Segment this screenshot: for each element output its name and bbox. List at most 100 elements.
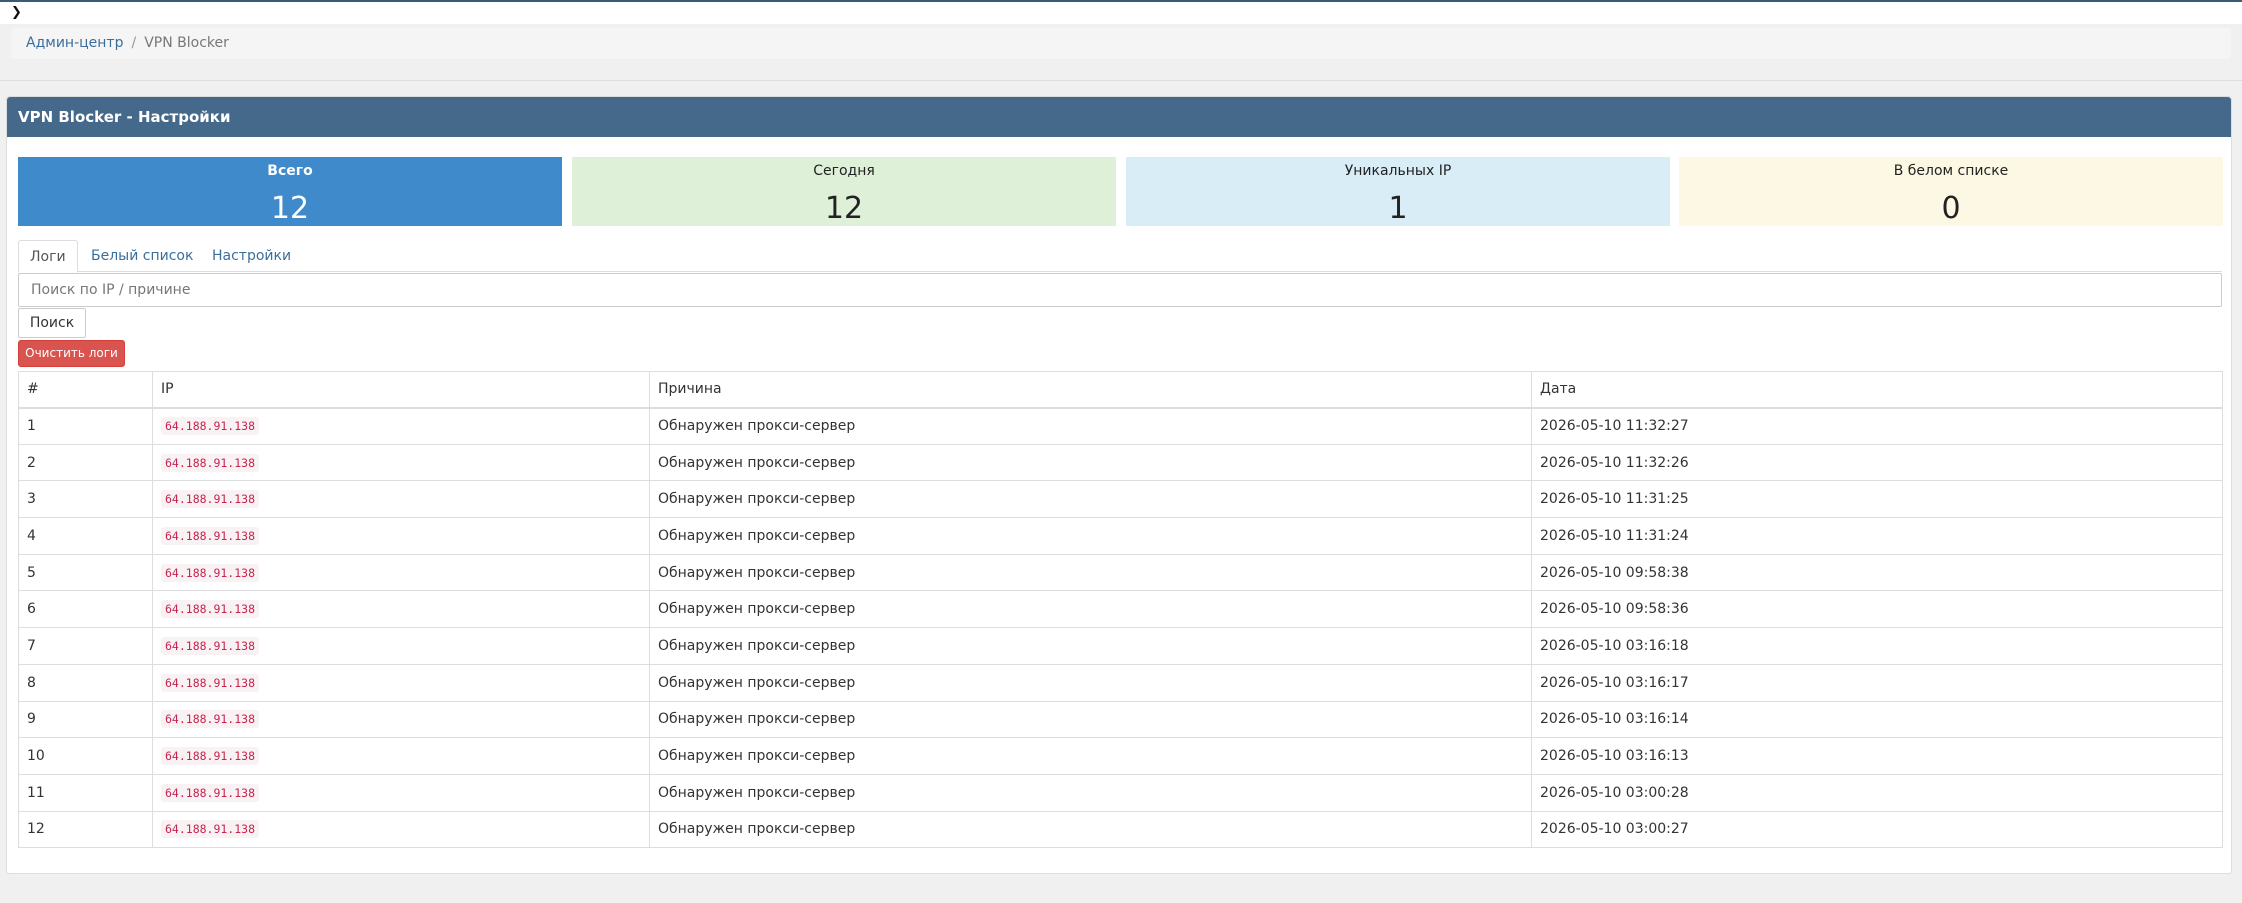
table-row: 7 64.188.91.138 Обнаружен прокси-сервер … [18, 627, 2223, 665]
cell-date: 2026-05-10 09:58:36 [1531, 590, 2223, 629]
ip-code: 64.188.91.138 [161, 673, 260, 692]
cell-reason: Обнаружен прокси-сервер [649, 480, 1532, 519]
table-header-row: # IP Причина Дата [18, 371, 2223, 409]
cell-date: 2026-05-10 11:31:24 [1531, 517, 2223, 555]
cell-reason: Обнаружен прокси-сервер [649, 590, 1532, 629]
cell-date: 2026-05-10 03:00:28 [1531, 773, 2223, 812]
table-row: 4 64.188.91.138 Обнаружен прокси-сервер … [18, 517, 2223, 555]
table-row: 11 64.188.91.138 Обнаружен прокси-сервер… [18, 773, 2223, 812]
ip-code: 64.188.91.138 [161, 490, 260, 509]
cell-date: 2026-05-10 09:58:38 [1531, 553, 2223, 592]
tab-bar: Логи Белый список Настройки [18, 240, 2222, 273]
cell-date: 2026-05-10 03:16:18 [1531, 627, 2223, 665]
cell-ip: 64.188.91.138 [152, 810, 650, 849]
cell-date: 2026-05-10 11:31:25 [1531, 480, 2223, 519]
cell-num: 12 [18, 810, 153, 849]
chevron-right-icon[interactable]: ❯ [11, 6, 25, 20]
logs-table: # IP Причина Дата 1 64.188.91.138 Обнару… [18, 371, 2223, 849]
cell-reason: Обнаружен прокси-сервер [649, 810, 1532, 849]
stat-unique-ip: Уникальных IP 1 [1126, 157, 1670, 226]
ip-code: 64.188.91.138 [161, 783, 260, 802]
ip-code: 64.188.91.138 [161, 526, 260, 545]
tab-whitelist[interactable]: Белый список [80, 240, 204, 272]
cell-reason: Обнаружен прокси-сервер [649, 517, 1532, 555]
breadcrumb-home-link[interactable]: Админ-центр [26, 35, 123, 51]
column-header-reason: Причина [649, 371, 1532, 409]
cell-date: 2026-05-10 03:16:13 [1531, 737, 2223, 775]
table-row: 8 64.188.91.138 Обнаружен прокси-сервер … [18, 663, 2223, 702]
cell-reason: Обнаружен прокси-сервер [649, 737, 1532, 775]
cell-reason: Обнаружен прокси-сервер [649, 773, 1532, 812]
table-row: 1 64.188.91.138 Обнаружен прокси-сервер … [18, 407, 2223, 445]
cell-ip: 64.188.91.138 [152, 627, 650, 665]
cell-date: 2026-05-10 03:16:17 [1531, 663, 2223, 702]
header-divider [0, 80, 2242, 81]
ip-code: 64.188.91.138 [161, 820, 260, 839]
breadcrumb-separator: / [131, 35, 137, 51]
tab-logs[interactable]: Логи [18, 240, 78, 273]
cell-date: 2026-05-10 03:00:27 [1531, 810, 2223, 849]
cell-ip: 64.188.91.138 [152, 517, 650, 555]
stat-today-label: Сегодня [813, 163, 875, 179]
table-row: 12 64.188.91.138 Обнаружен прокси-сервер… [18, 810, 2223, 849]
cell-reason: Обнаружен прокси-сервер [649, 443, 1532, 482]
cell-num: 9 [18, 700, 153, 739]
cell-num: 5 [18, 553, 153, 592]
cell-ip: 64.188.91.138 [152, 773, 650, 812]
cell-date: 2026-05-10 11:32:27 [1531, 407, 2223, 445]
cell-ip: 64.188.91.138 [152, 480, 650, 519]
table-row: 6 64.188.91.138 Обнаружен прокси-сервер … [18, 590, 2223, 629]
cell-ip: 64.188.91.138 [152, 443, 650, 482]
cell-num: 2 [18, 443, 153, 482]
table-row: 9 64.188.91.138 Обнаружен прокси-сервер … [18, 700, 2223, 739]
column-header-num: # [18, 371, 153, 409]
top-bar: ❯ [0, 2, 2242, 24]
cell-ip: 64.188.91.138 [152, 553, 650, 592]
table-row: 2 64.188.91.138 Обнаружен прокси-сервер … [18, 443, 2223, 482]
cell-num: 11 [18, 773, 153, 812]
stat-whitelist-value: 0 [1941, 191, 1961, 226]
ip-code: 64.188.91.138 [161, 747, 260, 766]
stat-unique-ip-value: 1 [1388, 191, 1408, 226]
cell-reason: Обнаружен прокси-сервер [649, 663, 1532, 702]
tab-settings[interactable]: Настройки [201, 240, 302, 272]
stat-today: Сегодня 12 [572, 157, 1116, 226]
cell-num: 1 [18, 407, 153, 445]
cell-num: 3 [18, 480, 153, 519]
cell-ip: 64.188.91.138 [152, 737, 650, 775]
stat-total-label: Всего [267, 163, 313, 179]
cell-num: 6 [18, 590, 153, 629]
column-header-ip: IP [152, 371, 650, 409]
table-row: 5 64.188.91.138 Обнаружен прокси-сервер … [18, 553, 2223, 592]
cell-ip: 64.188.91.138 [152, 700, 650, 739]
cell-reason: Обнаружен прокси-сервер [649, 553, 1532, 592]
table-row: 3 64.188.91.138 Обнаружен прокси-сервер … [18, 480, 2223, 519]
cell-num: 7 [18, 627, 153, 665]
ip-code: 64.188.91.138 [161, 636, 260, 655]
breadcrumb: Админ-центр / VPN Blocker [11, 28, 2231, 59]
panel-title: VPN Blocker - Настройки [7, 97, 2231, 137]
cell-date: 2026-05-10 03:16:14 [1531, 700, 2223, 739]
stat-today-value: 12 [824, 191, 864, 226]
cell-ip: 64.188.91.138 [152, 663, 650, 702]
ip-code: 64.188.91.138 [161, 563, 260, 582]
cell-num: 8 [18, 663, 153, 702]
clear-logs-button[interactable]: Очистить логи [18, 340, 125, 367]
cell-date: 2026-05-10 11:32:26 [1531, 443, 2223, 482]
cell-ip: 64.188.91.138 [152, 590, 650, 629]
cell-num: 10 [18, 737, 153, 775]
column-header-date: Дата [1531, 371, 2223, 409]
search-input[interactable] [18, 273, 2222, 307]
search-button[interactable]: Поиск [18, 308, 86, 338]
cell-reason: Обнаружен прокси-сервер [649, 407, 1532, 445]
stat-unique-ip-label: Уникальных IP [1344, 163, 1452, 179]
settings-panel: VPN Blocker - Настройки Всего 12 Сегодня… [6, 96, 2232, 874]
stat-total-value: 12 [270, 191, 310, 226]
breadcrumb-current: VPN Blocker [144, 35, 229, 51]
stat-total: Всего 12 [18, 157, 562, 226]
ip-code: 64.188.91.138 [161, 600, 260, 619]
cell-reason: Обнаружен прокси-сервер [649, 700, 1532, 739]
ip-code: 64.188.91.138 [161, 417, 260, 436]
ip-code: 64.188.91.138 [161, 453, 260, 472]
stat-whitelist-label: В белом списке [1893, 163, 2009, 179]
